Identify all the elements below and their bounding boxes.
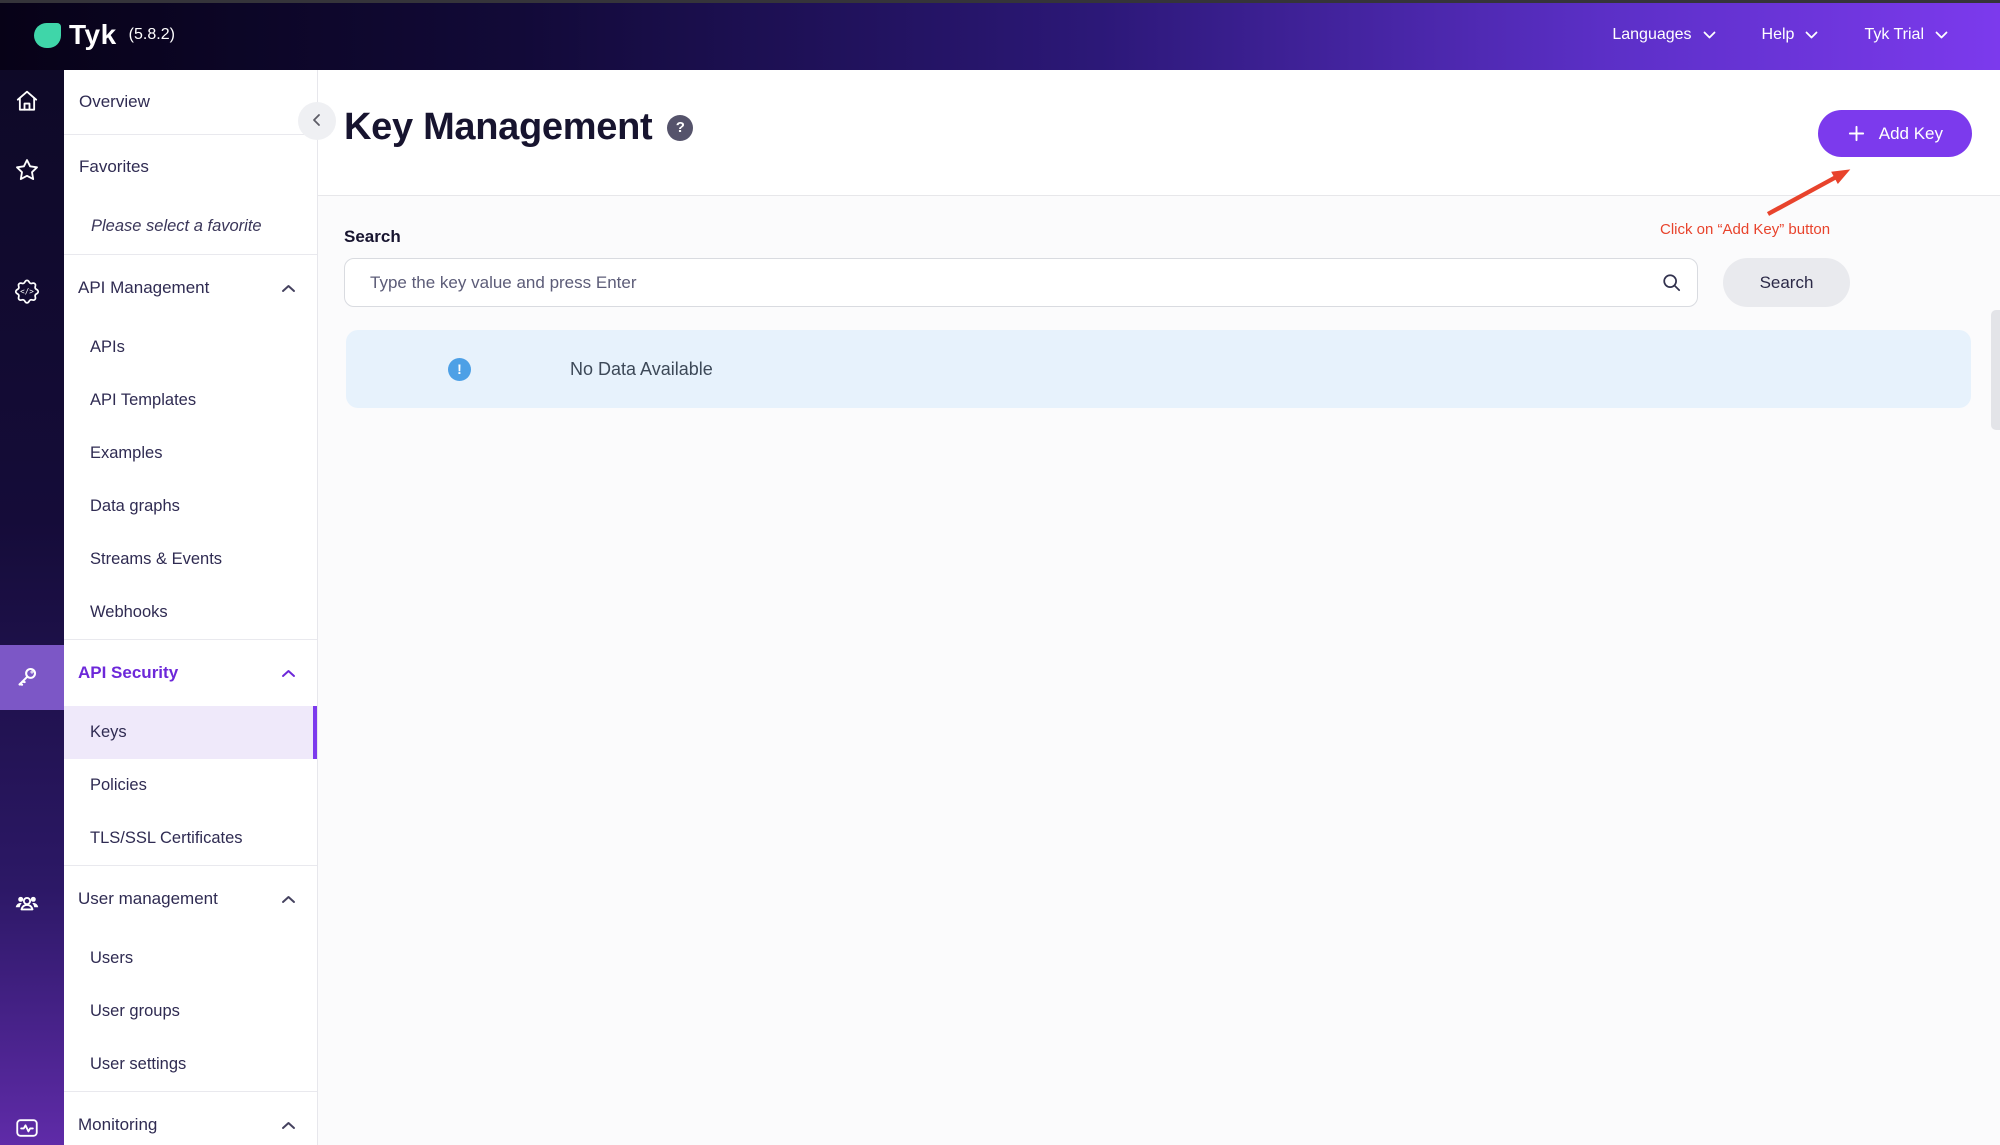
sidebar-sub-api-templates[interactable]: API Templates: [64, 374, 317, 427]
search-label: Search: [344, 227, 401, 247]
search-row: Search: [344, 258, 1850, 307]
sidebar-row-label: Users: [90, 949, 133, 968]
topbar-menu-languages[interactable]: Languages: [1612, 26, 1715, 44]
info-icon: !: [448, 358, 471, 381]
topbar-menus: Languages Help Tyk Trial: [1612, 0, 1948, 70]
sidebar-row-label: Monitoring: [78, 1115, 157, 1135]
chevron-up-icon: [281, 895, 296, 904]
svg-text:</>: </>: [20, 287, 34, 296]
sidebar-row-label: API Management: [78, 278, 209, 298]
sidebar-section-api-management[interactable]: API Management: [64, 255, 317, 321]
topbar-menu-help[interactable]: Help: [1762, 26, 1819, 44]
sidebar-sub-data-graphs[interactable]: Data graphs: [64, 480, 317, 533]
chevron-up-icon: [281, 284, 296, 293]
sidebar-row-label: APIs: [90, 338, 125, 357]
sidebar-row-label: Keys: [90, 723, 127, 742]
tyk-logo-icon: [34, 23, 61, 48]
search-icon[interactable]: [1660, 271, 1683, 294]
sidebar-row-label: Overview: [79, 92, 150, 112]
annotation-text: Click on “Add Key” button: [1660, 221, 1830, 238]
rail-user-group-icon[interactable]: [14, 890, 40, 916]
sidebar-sub-streams-events[interactable]: Streams & Events: [64, 533, 317, 586]
sidebar-row-label: Policies: [90, 776, 147, 795]
sidebar-row-label: Streams & Events: [90, 550, 222, 569]
chevron-left-icon: [310, 113, 324, 130]
sidebar-sub-tls-ssl-certificates[interactable]: TLS/SSL Certificates: [64, 812, 317, 865]
topbar-menu-label: Help: [1762, 26, 1795, 44]
topbar-menu-label: Tyk Trial: [1864, 26, 1924, 44]
sidebar-row-label: Favorites: [79, 157, 149, 177]
sidebar-row-label: Webhooks: [90, 603, 168, 622]
annotation-arrow: [1756, 156, 1860, 222]
page-title: Key Management: [344, 106, 652, 149]
topbar: Tyk (5.8.2) Languages Help Tyk Trial: [0, 0, 2000, 70]
add-key-button[interactable]: Add Key: [1818, 110, 1972, 157]
sidebar-section-api-security[interactable]: API Security: [64, 640, 317, 706]
search-button[interactable]: Search: [1723, 258, 1850, 307]
sidebar-item-favorites[interactable]: Favorites: [64, 135, 317, 199]
sidebar-item-overview[interactable]: Overview: [64, 70, 317, 134]
sidebar-note-please-select-a-favorite: Please select a favorite: [64, 199, 317, 254]
sidebar-sub-apis[interactable]: APIs: [64, 321, 317, 374]
sidebar-collapse-button[interactable]: [298, 102, 336, 140]
topbar-menu-tyk-trial[interactable]: Tyk Trial: [1864, 26, 1948, 44]
sidebar-sub-user-settings[interactable]: User settings: [64, 1038, 317, 1091]
plus-icon: [1847, 124, 1866, 143]
sidebar-row-label: Data graphs: [90, 497, 180, 516]
rail-monitoring-icon[interactable]: [14, 1115, 40, 1141]
window-top-edge: [0, 0, 2000, 3]
sidebar-section-user-management[interactable]: User management: [64, 866, 317, 932]
sidebar-row-label: API Templates: [90, 391, 196, 410]
chevron-up-icon: [281, 1121, 296, 1130]
sidebar-row-label: Examples: [90, 444, 162, 463]
sidebar-row-label: User management: [78, 889, 218, 909]
search-input[interactable]: [344, 258, 1698, 307]
tyk-logo-text: Tyk: [69, 19, 117, 51]
app-window: Tyk (5.8.2) Languages Help Tyk Trial </>…: [0, 0, 2000, 1145]
vertical-scrollbar-thumb[interactable]: [1991, 310, 2000, 430]
help-icon[interactable]: ?: [667, 115, 693, 141]
sidebar-row-label: TLS/SSL Certificates: [90, 829, 243, 848]
topbar-menu-label: Languages: [1612, 26, 1691, 44]
page-header: Key Management ? Add Key: [318, 70, 2000, 196]
no-data-banner: ! No Data Available: [346, 330, 1971, 408]
sidebar-row-label: User settings: [90, 1055, 186, 1074]
rail-home-icon[interactable]: [14, 88, 40, 114]
chevron-up-icon: [281, 669, 296, 678]
chevron-down-icon: [1935, 31, 1948, 39]
sidebar-row-label: API Security: [78, 663, 178, 683]
rail-api-gear-icon[interactable]: </>: [14, 278, 40, 304]
tyk-brand[interactable]: Tyk (5.8.2): [34, 19, 175, 51]
version-label: (5.8.2): [129, 26, 175, 44]
no-data-message: No Data Available: [570, 359, 713, 380]
sidebar-sub-policies[interactable]: Policies: [64, 759, 317, 812]
chevron-down-icon: [1703, 31, 1716, 39]
sidebar-sub-webhooks[interactable]: Webhooks: [64, 586, 317, 639]
sidebar-sub-examples[interactable]: Examples: [64, 427, 317, 480]
sidebar-sub-keys[interactable]: Keys: [64, 706, 317, 759]
sidebar-row-label: User groups: [90, 1002, 180, 1021]
sidebar-row-label: Please select a favorite: [91, 217, 262, 236]
sidebar-sub-user-groups[interactable]: User groups: [64, 985, 317, 1038]
sidebar: Overview Favorites Please select a favor…: [64, 70, 318, 1145]
rail-favorites-star-icon[interactable]: [14, 157, 40, 183]
sidebar-section-monitoring[interactable]: Monitoring: [64, 1092, 317, 1145]
icon-rail: </>: [0, 70, 64, 1145]
rail-key-icon[interactable]: [14, 664, 40, 690]
sidebar-sub-users[interactable]: Users: [64, 932, 317, 985]
add-key-label: Add Key: [1879, 124, 1943, 144]
chevron-down-icon: [1805, 31, 1818, 39]
